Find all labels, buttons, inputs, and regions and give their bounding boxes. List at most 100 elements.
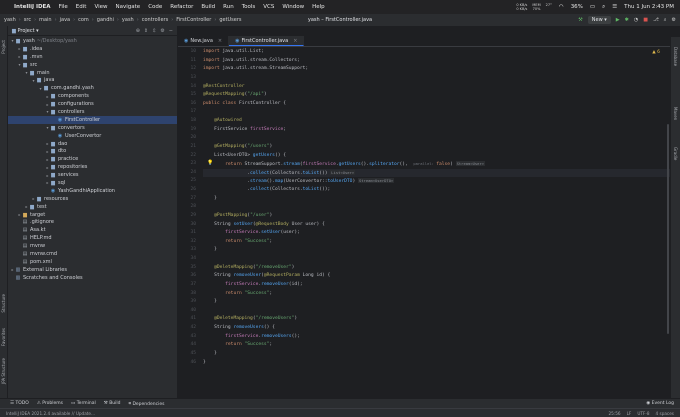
menu-help[interactable]: Help	[312, 4, 325, 10]
code-line[interactable]: import java.util.stream.Collectors;	[203, 57, 670, 66]
tree-node-yashgandhiapplication[interactable]: ◉ YashGandhiApplication	[8, 187, 177, 195]
tree-node-src[interactable]: ▾ ▆ src	[8, 61, 177, 69]
menu-tools[interactable]: Tools	[242, 4, 256, 10]
bottom-tab-dependencies[interactable]: ⌗ Dependencies	[128, 401, 164, 407]
tree-node-idea[interactable]: ▸ ▆ .idea	[8, 45, 177, 53]
code-line[interactable]: return StreamSupport.stream(firstService…	[203, 160, 670, 169]
tool-tab-maven[interactable]: Maven	[673, 107, 678, 120]
code-line[interactable]: }	[203, 195, 670, 204]
breadcrumb-src[interactable]: src	[24, 17, 31, 23]
tree-node-test[interactable]: ▸ ▆ test	[8, 203, 177, 211]
code-line[interactable]: String setUser(@RequestBody User user) {	[203, 221, 670, 230]
close-icon[interactable]: ×	[293, 38, 297, 44]
tree-node-mvn[interactable]: ▸ ▆ .mvn	[8, 53, 177, 61]
code-line[interactable]: import java.util.stream.StreamSupport;	[203, 65, 670, 74]
code-line[interactable]: .collect(Collectors.toList()) List<User>	[203, 168, 670, 178]
tree-node-com-gandhi-yash[interactable]: ▾ ▆ com.gandhi.yash	[8, 84, 177, 92]
menu-navigate[interactable]: Navigate	[116, 4, 141, 10]
code-line[interactable]: public class FirstController {	[203, 100, 670, 109]
code-line[interactable]: }	[203, 246, 670, 255]
code-line[interactable]	[203, 203, 670, 212]
menu-vcs[interactable]: VCS	[263, 4, 274, 10]
menu-window[interactable]: Window	[282, 4, 304, 10]
tool-tab-structure[interactable]: Structure	[1, 294, 6, 313]
hide-icon[interactable]: −	[169, 28, 173, 34]
status-utf-8[interactable]: UTF-8	[637, 411, 649, 416]
close-icon[interactable]: ×	[218, 38, 222, 44]
tree-node-resources[interactable]: ▸ ▆ resources	[8, 195, 177, 203]
code-line[interactable]: @PostMapping("/user")	[203, 212, 670, 221]
tree-node-controllers[interactable]: ▾ ▆ controllers	[8, 108, 177, 116]
battery-icon[interactable]: ▭	[590, 4, 595, 10]
clock[interactable]: Thu 1 Jun 2:43 PM	[624, 4, 674, 10]
code-line[interactable]: }	[203, 350, 670, 359]
tool-tab-project[interactable]: Project	[1, 40, 6, 54]
settings-icon[interactable]: ⚙	[672, 17, 676, 23]
tool-tab-favorites[interactable]: Favorites	[1, 328, 6, 346]
breadcrumb-main[interactable]: main	[39, 17, 52, 23]
breadcrumb-getusers[interactable]: getUsers	[219, 17, 241, 23]
breadcrumb-yash[interactable]: yash	[4, 17, 16, 23]
tool-tab-database[interactable]: Database	[673, 47, 678, 66]
code-line[interactable]: List<UserDTO> getUsers() {	[203, 152, 670, 161]
bottom-tab-problems[interactable]: ⚠ Problems	[37, 401, 63, 407]
code-line[interactable]: @DeleteMapping("/removeUser")	[203, 264, 670, 273]
code-line[interactable]: return "Success";	[203, 341, 670, 350]
tree-node-dto[interactable]: ▸ ▆ dto	[8, 147, 177, 155]
code-line[interactable]: }	[203, 298, 670, 307]
menu-edit[interactable]: Edit	[76, 4, 87, 10]
search-everywhere-icon[interactable]: ⌕	[664, 17, 667, 23]
menu-build[interactable]: Build	[201, 4, 215, 10]
project-view-dropdown[interactable]: ▆ Project ▾	[12, 28, 39, 34]
tree-node-repositories[interactable]: ▸ ▆ repositories	[8, 163, 177, 171]
menu-code[interactable]: Code	[148, 4, 162, 10]
expand-all-icon[interactable]: ⇕	[144, 28, 148, 34]
tree-node-userconvertor[interactable]: ◉ UserConvertor	[8, 132, 177, 140]
tree-node-firstcontroller[interactable]: ◉ FirstController	[8, 115, 177, 124]
code-line[interactable]: @RestController	[203, 83, 670, 92]
event-log-button[interactable]: ◉ Event Log	[646, 401, 680, 406]
tab-firstcontroller-java[interactable]: ◉ FirstController.java ×	[229, 36, 305, 46]
search-icon[interactable]: ⌕	[602, 4, 605, 11]
code-line[interactable]: String removeUsers() {	[203, 324, 670, 333]
tree-node-services[interactable]: ▸ ▆ services	[8, 171, 177, 179]
tree-node-components[interactable]: ▸ ▆ components	[8, 92, 177, 100]
tree-node-convertors[interactable]: ▾ ▆ convertors	[8, 124, 177, 132]
code-line[interactable]: import java.util.List;	[203, 48, 670, 57]
gear-icon[interactable]: ⚙	[160, 28, 164, 34]
tree-node-scratches-and-consoles[interactable]: ▥ Scratches and Consoles	[8, 274, 177, 282]
tray-widget[interactable]: MEM 70%	[532, 3, 540, 11]
menu-view[interactable]: View	[94, 4, 107, 10]
tree-node-practice[interactable]: ▸ ▆ practice	[8, 155, 177, 163]
scrollbar-thumb[interactable]	[667, 124, 669, 334]
breadcrumb-gandhi[interactable]: gandhi	[97, 17, 114, 23]
breadcrumb-java[interactable]: java	[60, 17, 70, 23]
tree-node-java[interactable]: ▾ ▆ java	[8, 76, 177, 84]
tree-node-external-libraries[interactable]: ▸ ▥ External Libraries	[8, 266, 177, 274]
vcs-icon[interactable]: ⎇	[653, 17, 659, 23]
control-center-icon[interactable]: ☰	[612, 4, 617, 10]
code-line[interactable]: firstService.removeUsers();	[203, 333, 670, 342]
tree-node-gitignore[interactable]: ▤ .gitignore	[8, 218, 177, 226]
tree-node-asa-kt[interactable]: ▤ Asa.kt	[8, 226, 177, 234]
code-line[interactable]: firstService.removeUser(id);	[203, 281, 670, 290]
tab-new-java[interactable]: ◉ New.java ×	[178, 36, 230, 46]
code-line[interactable]	[203, 134, 670, 143]
code-line[interactable]	[203, 255, 670, 264]
warnings-badge[interactable]: ▲ 6	[652, 50, 660, 55]
code-line[interactable]: return "Success";	[203, 290, 670, 299]
tree-node-configurations[interactable]: ▸ ▆ configurations	[8, 100, 177, 108]
coverage-icon[interactable]: ◔	[634, 17, 638, 23]
bottom-tab-terminal[interactable]: ▭ Terminal	[71, 401, 96, 407]
tree-node-help-md[interactable]: ▤ HELP.md	[8, 234, 177, 242]
tray-widget[interactable]: 27°	[546, 3, 552, 11]
collapse-all-icon[interactable]: ⇳	[152, 28, 156, 34]
breadcrumb-controllers[interactable]: controllers	[142, 17, 168, 23]
menu-refactor[interactable]: Refactor	[170, 4, 193, 10]
wifi-icon[interactable]: ◠	[559, 4, 564, 10]
code-editor[interactable]: 10 11 12 13 14 15 16 17 18 19 20 21 22 23 24 25 26 27 28 29…	[178, 48, 670, 398]
hammer-icon[interactable]: ⚒	[578, 17, 582, 23]
tree-node-mvnw[interactable]: ▤ mvnw	[8, 242, 177, 250]
status-4-spaces[interactable]: 4 spaces	[656, 411, 674, 416]
tool-tab-gradle[interactable]: Gradle	[673, 147, 678, 160]
